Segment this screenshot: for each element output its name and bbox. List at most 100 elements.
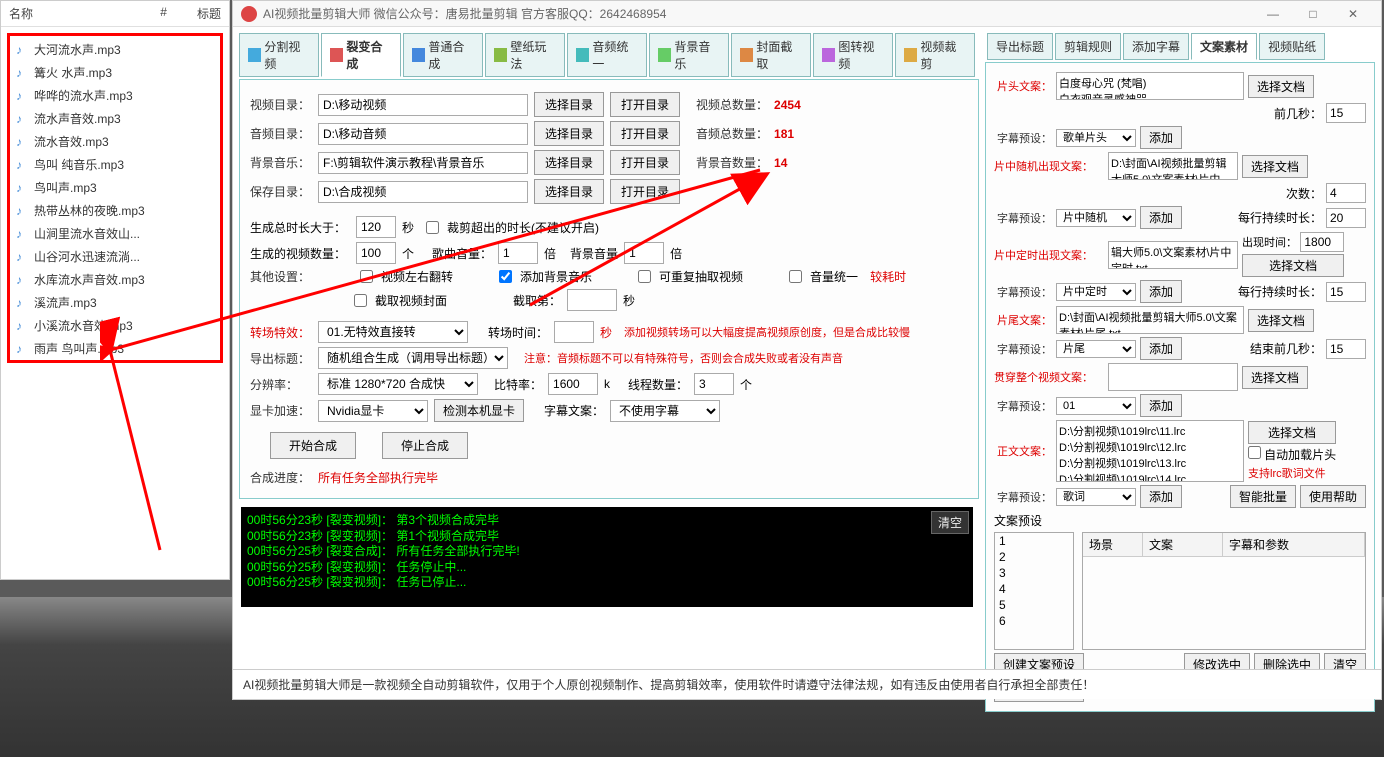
file-item[interactable]: ♪大河流水声.mp3 — [12, 38, 218, 61]
file-item[interactable]: ♪鸟叫声.mp3 — [12, 176, 218, 199]
add-preset-4-button[interactable]: 添加 — [1140, 337, 1182, 360]
tab-视频贴纸[interactable]: 视频贴纸 — [1259, 33, 1325, 60]
preset-item[interactable]: 1 — [995, 533, 1073, 549]
pre-seconds-input[interactable] — [1326, 103, 1366, 123]
video-open-dir-button[interactable]: 打开目录 — [610, 92, 680, 117]
row-dur-2-input[interactable] — [1326, 282, 1366, 302]
bitrate-input[interactable] — [548, 373, 598, 395]
cover-frame-input[interactable] — [567, 289, 617, 311]
file-item[interactable]: ♪雨声 鸟叫声.mp3 — [12, 337, 218, 360]
close-button[interactable]: ✕ — [1333, 7, 1373, 21]
smart-batch-button[interactable]: 智能批量 — [1230, 485, 1296, 508]
gen-count-input[interactable] — [356, 242, 396, 264]
transition-time-input[interactable] — [554, 321, 594, 343]
resolution-select[interactable]: 标准 1280*720 合成快 — [318, 373, 478, 395]
save-dir-input[interactable] — [318, 181, 528, 203]
sub-preset-5-select[interactable]: 01 — [1056, 397, 1136, 415]
sub-preset-1-select[interactable]: 歌单片头 — [1056, 129, 1136, 147]
tab-分割视频[interactable]: 分割视频 — [239, 33, 319, 77]
body-text-input[interactable]: D:\分割视频\1019lrc\11.lrc D:\分割视频\1019lrc\1… — [1056, 420, 1244, 482]
preset-item[interactable]: 6 — [995, 613, 1073, 629]
crop-excess-checkbox[interactable] — [426, 221, 439, 234]
tab-背景音乐[interactable]: 背景音乐 — [649, 33, 729, 77]
tab-视频裁剪[interactable]: 视频裁剪 — [895, 33, 975, 77]
sub-preset-3-select[interactable]: 片中定时 — [1056, 283, 1136, 301]
file-item[interactable]: ♪水库流水声音效.mp3 — [12, 268, 218, 291]
add-preset-3-button[interactable]: 添加 — [1140, 280, 1182, 303]
gpu-select[interactable]: Nvidia显卡 — [318, 400, 428, 422]
maximize-button[interactable]: □ — [1293, 7, 1333, 21]
file-item[interactable]: ♪小溪流水音效.mp3 — [12, 314, 218, 337]
head-select-doc-button[interactable]: 选择文档 — [1248, 75, 1314, 98]
appear-time-input[interactable] — [1300, 232, 1344, 252]
body-select-doc-button[interactable]: 选择文档 — [1248, 421, 1336, 444]
auto-load-head-checkbox[interactable] — [1248, 446, 1261, 459]
preset-item[interactable]: 3 — [995, 565, 1073, 581]
total-duration-input[interactable] — [356, 216, 396, 238]
mid-random-select-doc-button[interactable]: 选择文档 — [1242, 155, 1308, 178]
row-dur-1-input[interactable] — [1326, 208, 1366, 228]
vol-unify-checkbox[interactable] — [789, 270, 802, 283]
tail-select-doc-button[interactable]: 选择文档 — [1248, 309, 1314, 332]
start-compose-button[interactable]: 开始合成 — [270, 432, 356, 459]
tab-文案素材[interactable]: 文案素材 — [1191, 33, 1257, 60]
add-preset-5-button[interactable]: 添加 — [1140, 394, 1182, 417]
mid-random-text-input[interactable]: D:\封面\AI视频批量剪辑大师5.0\文案素材\片中 — [1108, 152, 1238, 180]
song-vol-input[interactable] — [498, 242, 538, 264]
mid-timed-select-doc-button[interactable]: 选择文档 — [1242, 254, 1344, 277]
audio-select-dir-button[interactable]: 选择目录 — [534, 121, 604, 146]
sub-preset-6-select[interactable]: 歌词 — [1056, 488, 1136, 506]
mid-timed-text-input[interactable]: 辑大师5.0\文案素材\片中定时.txt — [1108, 241, 1238, 269]
file-item[interactable]: ♪溪流声.mp3 — [12, 291, 218, 314]
preset-item[interactable]: 5 — [995, 597, 1073, 613]
head-text-input[interactable]: 白度母心咒 (梵唱) 白衣观音灵感神咒 — [1056, 72, 1244, 100]
transition-select[interactable]: 01.无特效直接转 — [318, 321, 468, 343]
subtitle-select[interactable]: 不使用字幕 — [610, 400, 720, 422]
tab-导出标题[interactable]: 导出标题 — [987, 33, 1053, 60]
add-preset-6-button[interactable]: 添加 — [1140, 485, 1182, 508]
tab-音频统一[interactable]: 音频统一 — [567, 33, 647, 77]
tab-壁纸玩法[interactable]: 壁纸玩法 — [485, 33, 565, 77]
add-preset-2-button[interactable]: 添加 — [1140, 206, 1182, 229]
bgm-select-dir-button[interactable]: 选择目录 — [534, 150, 604, 175]
file-item[interactable]: ♪山谷河水迅速流淌... — [12, 245, 218, 268]
sub-preset-2-select[interactable]: 片中随机 — [1056, 209, 1136, 227]
add-preset-1-button[interactable]: 添加 — [1140, 126, 1182, 149]
bgm-dir-input[interactable] — [318, 152, 528, 174]
audio-dir-input[interactable] — [318, 123, 528, 145]
cover-checkbox[interactable] — [354, 294, 367, 307]
video-dir-input[interactable] — [318, 94, 528, 116]
tab-普通合成[interactable]: 普通合成 — [403, 33, 483, 77]
add-bgm-checkbox[interactable] — [499, 270, 512, 283]
threads-input[interactable] — [694, 373, 734, 395]
flip-lr-checkbox[interactable] — [360, 270, 373, 283]
tab-图转视频[interactable]: 图转视频 — [813, 33, 893, 77]
end-sec-input[interactable] — [1326, 339, 1366, 359]
tab-封面截取[interactable]: 封面截取 — [731, 33, 811, 77]
file-item[interactable]: ♪鸟叫 纯音乐.mp3 — [12, 153, 218, 176]
preset-item[interactable]: 4 — [995, 581, 1073, 597]
repeat-checkbox[interactable] — [638, 270, 651, 283]
sub-preset-4-select[interactable]: 片尾 — [1056, 340, 1136, 358]
tab-剪辑规则[interactable]: 剪辑规则 — [1055, 33, 1121, 60]
file-item[interactable]: ♪流水声音效.mp3 — [12, 107, 218, 130]
save-open-dir-button[interactable]: 打开目录 — [610, 179, 680, 204]
export-title-select[interactable]: 随机组合生成（调用导出标题） — [318, 347, 508, 369]
preset-list[interactable]: 123456 — [994, 532, 1074, 650]
minimize-button[interactable]: — — [1253, 7, 1293, 21]
stop-compose-button[interactable]: 停止合成 — [382, 432, 468, 459]
bgm-open-dir-button[interactable]: 打开目录 — [610, 150, 680, 175]
tab-添加字幕[interactable]: 添加字幕 — [1123, 33, 1189, 60]
times-input[interactable] — [1326, 183, 1366, 203]
audio-open-dir-button[interactable]: 打开目录 — [610, 121, 680, 146]
bg-vol-input[interactable] — [624, 242, 664, 264]
detect-gpu-button[interactable]: 检测本机显卡 — [434, 399, 524, 422]
file-item[interactable]: ♪篝火 水声.mp3 — [12, 61, 218, 84]
tab-裂变合成[interactable]: 裂变合成 — [321, 33, 401, 77]
tail-text-input[interactable]: D:\封面\AI视频批量剪辑大师5.0\文案素材\片尾.txt — [1056, 306, 1244, 334]
help-button[interactable]: 使用帮助 — [1300, 485, 1366, 508]
save-select-dir-button[interactable]: 选择目录 — [534, 179, 604, 204]
file-item[interactable]: ♪热带丛林的夜晚.mp3 — [12, 199, 218, 222]
whole-select-doc-button[interactable]: 选择文档 — [1242, 366, 1308, 389]
file-item[interactable]: ♪哗哗的流水声.mp3 — [12, 84, 218, 107]
